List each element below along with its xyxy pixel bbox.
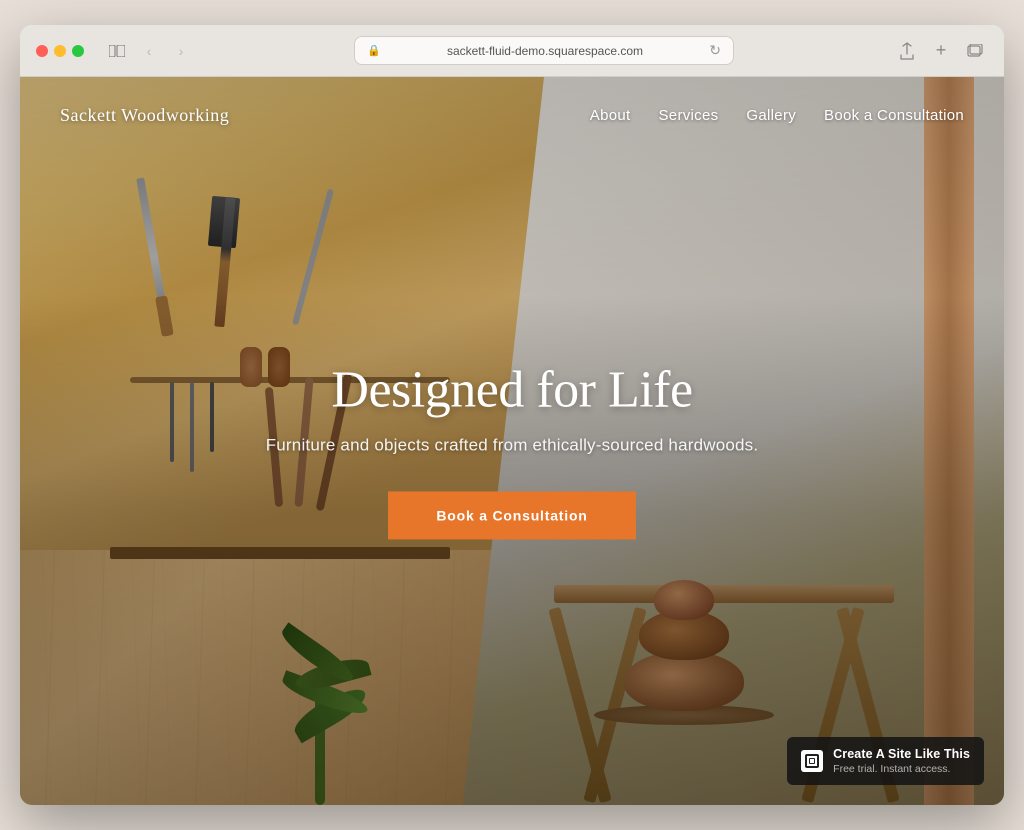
minimize-button[interactable]: [54, 45, 66, 57]
squarespace-logo: [801, 750, 823, 772]
reload-button[interactable]: ↻: [709, 42, 721, 59]
site-navigation: Sackett Woodworking About Services Galle…: [20, 77, 1004, 154]
browser-window: ‹ › 🔒 sackett-fluid-demo.squarespace.com…: [20, 25, 1004, 805]
forward-button[interactable]: ›: [168, 38, 194, 64]
nav-gallery[interactable]: Gallery: [746, 107, 796, 124]
sidebar-icon[interactable]: [104, 38, 130, 64]
squarespace-logo-inner: [805, 754, 819, 768]
site-logo[interactable]: Sackett Woodworking: [60, 105, 229, 126]
nav-services[interactable]: Services: [659, 107, 719, 124]
nav-book[interactable]: Book a Consultation: [824, 107, 964, 124]
badge-text: Create A Site Like This Free trial. Inst…: [833, 747, 970, 775]
nav-links: About Services Gallery Book a Consultati…: [590, 107, 964, 124]
windows-button[interactable]: [962, 38, 988, 64]
browser-nav: ‹ ›: [104, 38, 194, 64]
url-text: sackett-fluid-demo.squarespace.com: [387, 44, 704, 58]
address-bar[interactable]: 🔒 sackett-fluid-demo.squarespace.com ↻: [354, 36, 734, 65]
hero-subtitle: Furniture and objects crafted from ethic…: [212, 435, 812, 455]
traffic-lights: [36, 45, 84, 57]
badge-sub-text: Free trial. Instant access.: [833, 763, 970, 775]
browser-chrome: ‹ › 🔒 sackett-fluid-demo.squarespace.com…: [20, 25, 1004, 77]
website-container: Sackett Woodworking About Services Galle…: [20, 77, 1004, 805]
hero-content: Designed for Life Furniture and objects …: [212, 360, 812, 539]
maximize-button[interactable]: [72, 45, 84, 57]
nav-about[interactable]: About: [590, 107, 631, 124]
new-tab-button[interactable]: +: [928, 38, 954, 64]
back-button[interactable]: ‹: [136, 38, 162, 64]
squarespace-badge[interactable]: Create A Site Like This Free trial. Inst…: [787, 737, 984, 785]
browser-actions: +: [894, 38, 988, 64]
share-button[interactable]: [894, 38, 920, 64]
hero-title: Designed for Life: [212, 360, 812, 419]
close-button[interactable]: [36, 45, 48, 57]
lock-icon: 🔒: [367, 44, 381, 57]
cta-book-consultation[interactable]: Book a Consultation: [388, 491, 635, 539]
badge-main-text: Create A Site Like This: [833, 747, 970, 761]
